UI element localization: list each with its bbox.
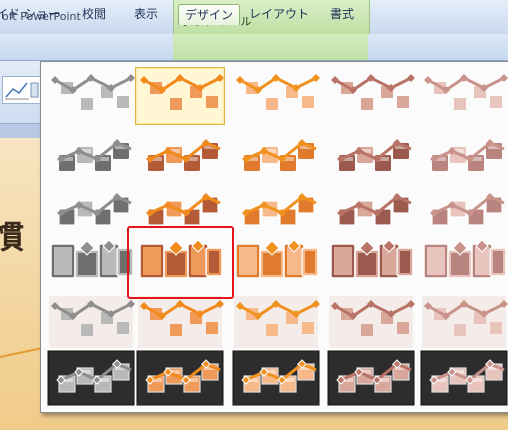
chart-style-raised-peach[interactable]	[231, 128, 321, 186]
chart-style-light-peach[interactable]	[231, 293, 321, 351]
chart-style-light-gray[interactable]	[46, 293, 136, 351]
chart-style-flat-outline-pink[interactable]	[419, 182, 508, 240]
chart-style-raised-brown[interactable]	[326, 128, 416, 186]
chart-style-flat-outline-gray[interactable]	[46, 182, 136, 240]
tab-design[interactable]: デザイン	[178, 4, 240, 25]
chart-style-raised-orange[interactable]	[135, 128, 225, 186]
chart-style-bevel-brown[interactable]	[326, 233, 416, 291]
chart-style-marker-orange[interactable]	[135, 67, 225, 125]
chart-style-raised-pink[interactable]	[419, 128, 508, 186]
chart-style-flat-outline-orange[interactable]	[135, 182, 225, 240]
ribbon-group-label-strip	[0, 123, 42, 138]
chart-style-raised-gray[interactable]	[46, 128, 136, 186]
chart-style-dark-background-brown[interactable]	[326, 349, 416, 407]
chart-style-bevel-orange[interactable]	[135, 233, 225, 291]
chart-style-marker-peach[interactable]	[231, 67, 321, 125]
tab-view[interactable]: 表示	[124, 4, 168, 24]
tab-review[interactable]: 校閲	[72, 4, 116, 24]
chart-styles-gallery	[40, 61, 508, 413]
chart-style-flat-outline-brown[interactable]	[326, 182, 416, 240]
tab-slide-show[interactable]: イド ショー	[0, 4, 60, 24]
chart-style-flat-outline-peach[interactable]	[231, 182, 321, 240]
tab-layout[interactable]: レイアウト	[248, 4, 310, 24]
tab-format[interactable]: 書式	[320, 4, 364, 24]
chart-style-bevel-pink[interactable]	[419, 233, 508, 291]
chart-style-dark-background-pink[interactable]	[419, 349, 508, 407]
chart-style-marker-gray[interactable]	[46, 67, 136, 125]
chart-style-marker-pink[interactable]	[419, 67, 508, 125]
context-tabs-background	[173, 34, 368, 60]
chart-style-marker-brown[interactable]	[326, 67, 416, 125]
chart-style-light-brown[interactable]	[326, 293, 416, 351]
change-chart-type-icon[interactable]	[2, 76, 42, 104]
chart-style-dark-background-gray[interactable]	[46, 349, 136, 407]
chart-style-dark-background-orange[interactable]	[135, 349, 225, 407]
chart-style-light-pink[interactable]	[419, 293, 508, 351]
powerpoint-window: oft PowerPoint グラフ ツール イド ショー 校閲 表示 デザイン…	[0, 0, 508, 430]
chart-style-bevel-gray[interactable]	[46, 233, 136, 291]
chart-style-dark-background-peach[interactable]	[231, 349, 321, 407]
chart-style-light-orange[interactable]	[135, 293, 225, 351]
chart-style-bevel-peach[interactable]	[231, 233, 321, 291]
slide-title-text: 慣	[0, 218, 25, 256]
